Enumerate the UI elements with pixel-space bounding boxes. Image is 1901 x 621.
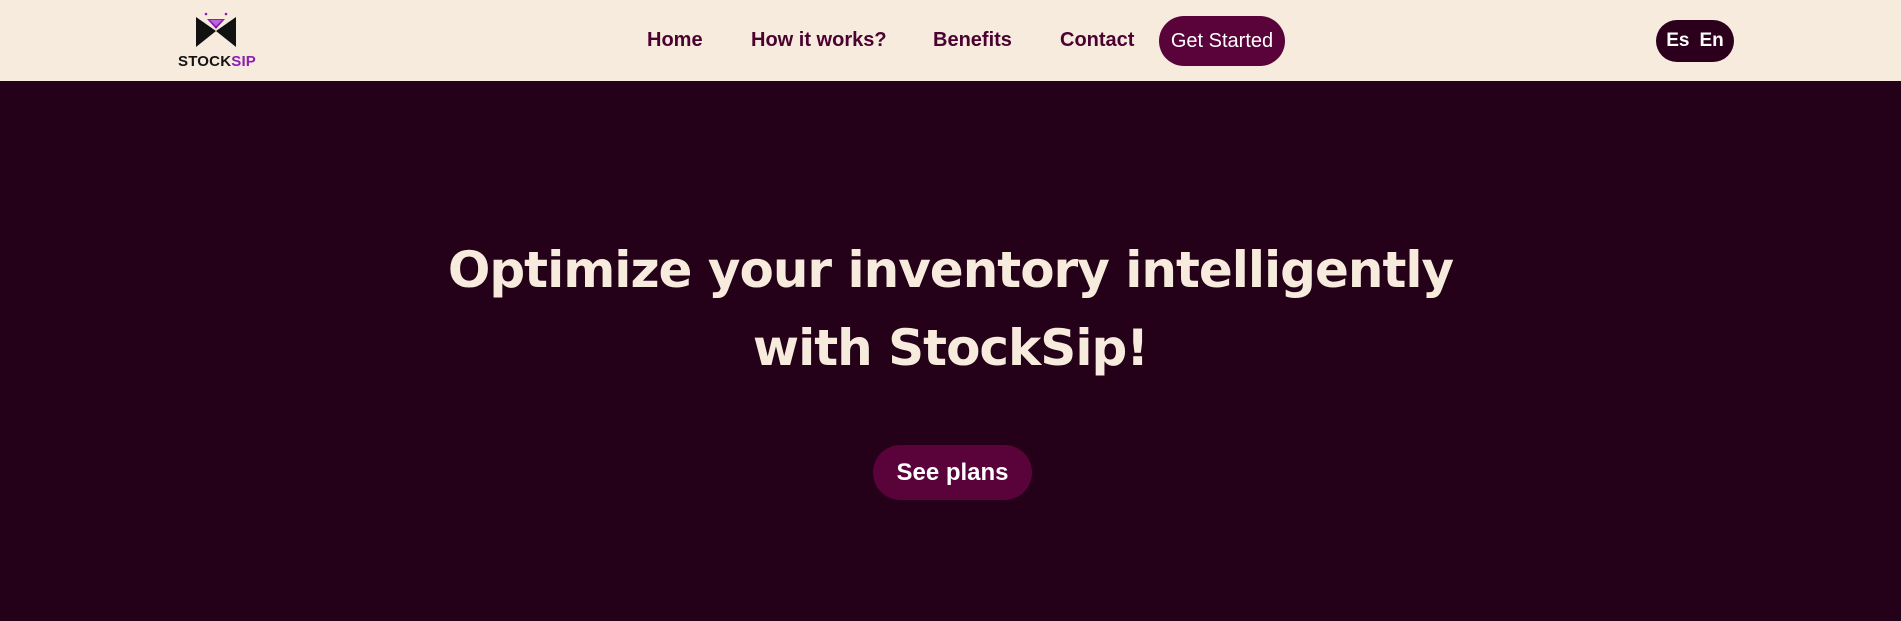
language-en-button[interactable]: En (1699, 20, 1723, 62)
logo-wordmark: STOCKSIP (178, 54, 256, 69)
hero-title: Optimize your inventory intelligently wi… (350, 231, 1551, 387)
nav-link-home[interactable]: Home (647, 28, 703, 52)
language-switcher: Es En (1656, 20, 1734, 62)
get-started-button[interactable]: Get Started (1159, 16, 1285, 66)
nav-link-benefits[interactable]: Benefits (933, 28, 1012, 52)
bowtie-glass-icon (196, 12, 236, 47)
see-plans-button[interactable]: See plans (873, 445, 1032, 500)
hero-section: Optimize your inventory intelligently wi… (0, 81, 1901, 621)
site-header: STOCKSIP Home How it works? Benefits Con… (0, 0, 1901, 81)
hero-title-line-1: Optimize your inventory intelligently (447, 241, 1454, 299)
language-es-button[interactable]: Es (1666, 20, 1689, 62)
hero-title-line-2: with StockSip! (752, 319, 1149, 377)
nav-link-how-it-works[interactable]: How it works? (751, 28, 887, 52)
logo-text-sip: SIP (231, 53, 257, 70)
nav-link-contact[interactable]: Contact (1060, 28, 1134, 52)
logo-text-stock: STOCK (178, 53, 232, 70)
logo[interactable]: STOCKSIP (174, 11, 258, 71)
